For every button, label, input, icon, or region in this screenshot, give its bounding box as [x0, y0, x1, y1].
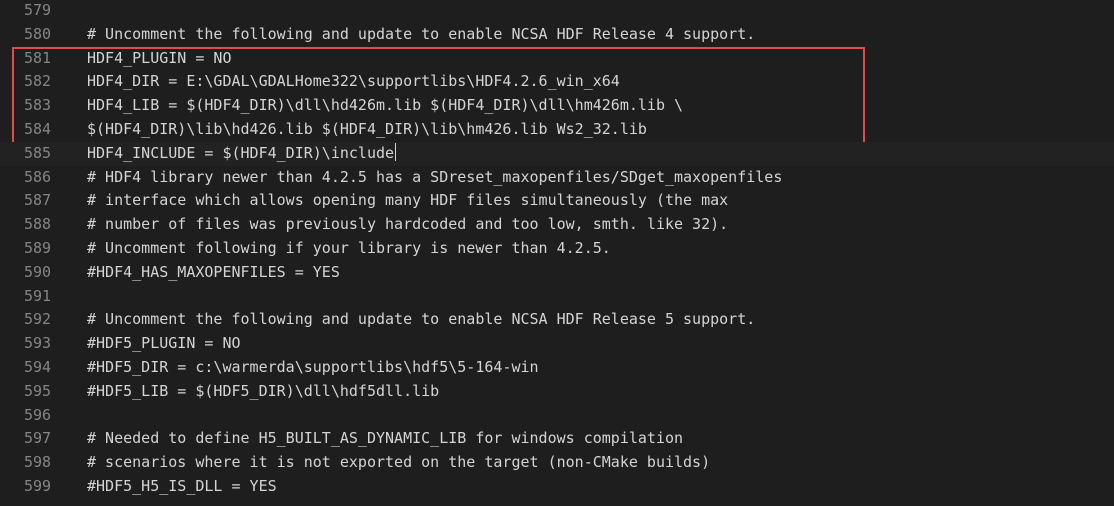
line-number: 587 — [24, 191, 52, 210]
line-number: 592 — [24, 310, 52, 329]
line-number: 591 — [24, 286, 52, 305]
code-line[interactable]: 588 # number of files was previously hard… — [0, 213, 1114, 237]
line-text[interactable]: # Uncomment the following and update to … — [87, 308, 755, 332]
line-text[interactable]: #HDF4_HAS_MAXOPENFILES = YES — [87, 261, 340, 285]
line-number: 583 — [24, 96, 52, 115]
line-text[interactable]: # Uncomment following if your library is… — [87, 237, 611, 261]
line-text[interactable]: HDF4_LIB = $(HDF4_DIR)\dll\hd426m.lib $(… — [87, 94, 683, 118]
code-line[interactable]: 587 # interface which allows opening many… — [0, 189, 1114, 213]
line-number: 589 — [24, 239, 52, 257]
code-line[interactable]: 599 #HDF5_H5_IS_DLL = YES — [0, 475, 1114, 499]
line-number: 584 — [24, 120, 52, 138]
code-line[interactable]: 593 #HDF5_PLUGIN = NO — [0, 332, 1114, 356]
line-text[interactable]: # Uncomment the following and update to … — [87, 23, 755, 47]
line-number: 595 — [24, 381, 52, 400]
code-line[interactable]: 597 # Needed to define H5_BUILT_AS_DYNAMI… — [0, 427, 1114, 451]
line-number: 582 — [24, 72, 52, 91]
code-line[interactable]: 579 — [0, 0, 1114, 23]
line-text[interactable]: #HDF5_DIR = c:\warmerda\supportlibs\hdf5… — [87, 356, 539, 380]
line-number: 579 — [24, 1, 52, 19]
line-text[interactable]: HDF4_DIR = E:\GDAL\GDALHome322\supportli… — [87, 70, 620, 94]
line-number: 597 — [24, 429, 52, 448]
code-line[interactable]: 595 #HDF5_LIB = $(HDF5_DIR)\dll\hdf5dll.l… — [0, 380, 1114, 404]
line-text[interactable]: # number of files was previously hardcod… — [87, 213, 728, 237]
line-number: 596 — [24, 405, 52, 424]
code-line[interactable]: 598 # scenarios where it is not exported … — [0, 451, 1114, 475]
line-text[interactable]: $(HDF4_DIR)\lib\hd426.lib $(HDF4_DIR)\li… — [87, 118, 647, 142]
code-line[interactable]: 586 # HDF4 library newer than 4.2.5 has a… — [0, 166, 1114, 190]
code-line[interactable]: 590 #HDF4_HAS_MAXOPENFILES = YES — [0, 261, 1114, 285]
line-text[interactable]: # interface which allows opening many HD… — [87, 189, 728, 213]
line-text[interactable]: # scenarios where it is not exported on … — [87, 451, 710, 475]
line-number: 599 — [24, 477, 52, 495]
line-number: 590 — [24, 262, 52, 281]
code-line[interactable]: 582 HDF4_DIR = E:\GDAL\GDALHome322\suppor… — [0, 70, 1114, 94]
code-line[interactable]: 584 $(HDF4_DIR)\lib\hd426.lib $(HDF4_DIR)… — [0, 118, 1114, 142]
line-number: 598 — [24, 453, 52, 472]
line-text[interactable]: HDF4_PLUGIN = NO — [87, 47, 232, 71]
line-text[interactable]: # HDF4 library newer than 4.2.5 has a SD… — [87, 166, 782, 190]
line-number: 586 — [24, 167, 52, 186]
line-text[interactable]: #HDF5_LIB = $(HDF5_DIR)\dll\hdf5dll.lib — [87, 380, 439, 404]
line-text[interactable]: HDF4_INCLUDE = $(HDF4_DIR)\include — [87, 142, 397, 166]
line-number: 588 — [24, 215, 52, 234]
line-number: 594 — [24, 358, 52, 376]
line-number: 593 — [24, 334, 52, 353]
code-editor[interactable]: 579 580 # Uncomment the following and upda… — [0, 0, 1114, 506]
code-line[interactable]: 592 # Uncomment the following and update … — [0, 308, 1114, 332]
code-line[interactable]: 591 — [0, 285, 1114, 309]
text-cursor — [395, 142, 397, 161]
line-number: 581 — [24, 48, 52, 67]
code-line[interactable]: 583 HDF4_LIB = $(HDF4_DIR)\dll\hd426m.lib… — [0, 94, 1114, 118]
line-number: 585 — [24, 143, 52, 162]
code-line[interactable]: 585 HDF4_INCLUDE = $(HDF4_DIR)\include — [0, 141, 1114, 166]
line-text[interactable]: # Needed to define H5_BUILT_AS_DYNAMIC_L… — [87, 427, 683, 451]
line-text[interactable]: #HDF5_PLUGIN = NO — [87, 332, 241, 356]
code-line[interactable]: 581 HDF4_PLUGIN = NO — [0, 47, 1114, 71]
code-line[interactable]: 589 # Uncomment following if your library… — [0, 237, 1114, 261]
line-text[interactable]: #HDF5_H5_IS_DLL = YES — [87, 475, 277, 499]
line-number: 580 — [24, 24, 52, 43]
code-line[interactable]: 594 #HDF5_DIR = c:\warmerda\supportlibs\h… — [0, 356, 1114, 380]
code-line[interactable]: 580 # Uncomment the following and update … — [0, 23, 1114, 47]
code-line[interactable]: 596 — [0, 404, 1114, 428]
